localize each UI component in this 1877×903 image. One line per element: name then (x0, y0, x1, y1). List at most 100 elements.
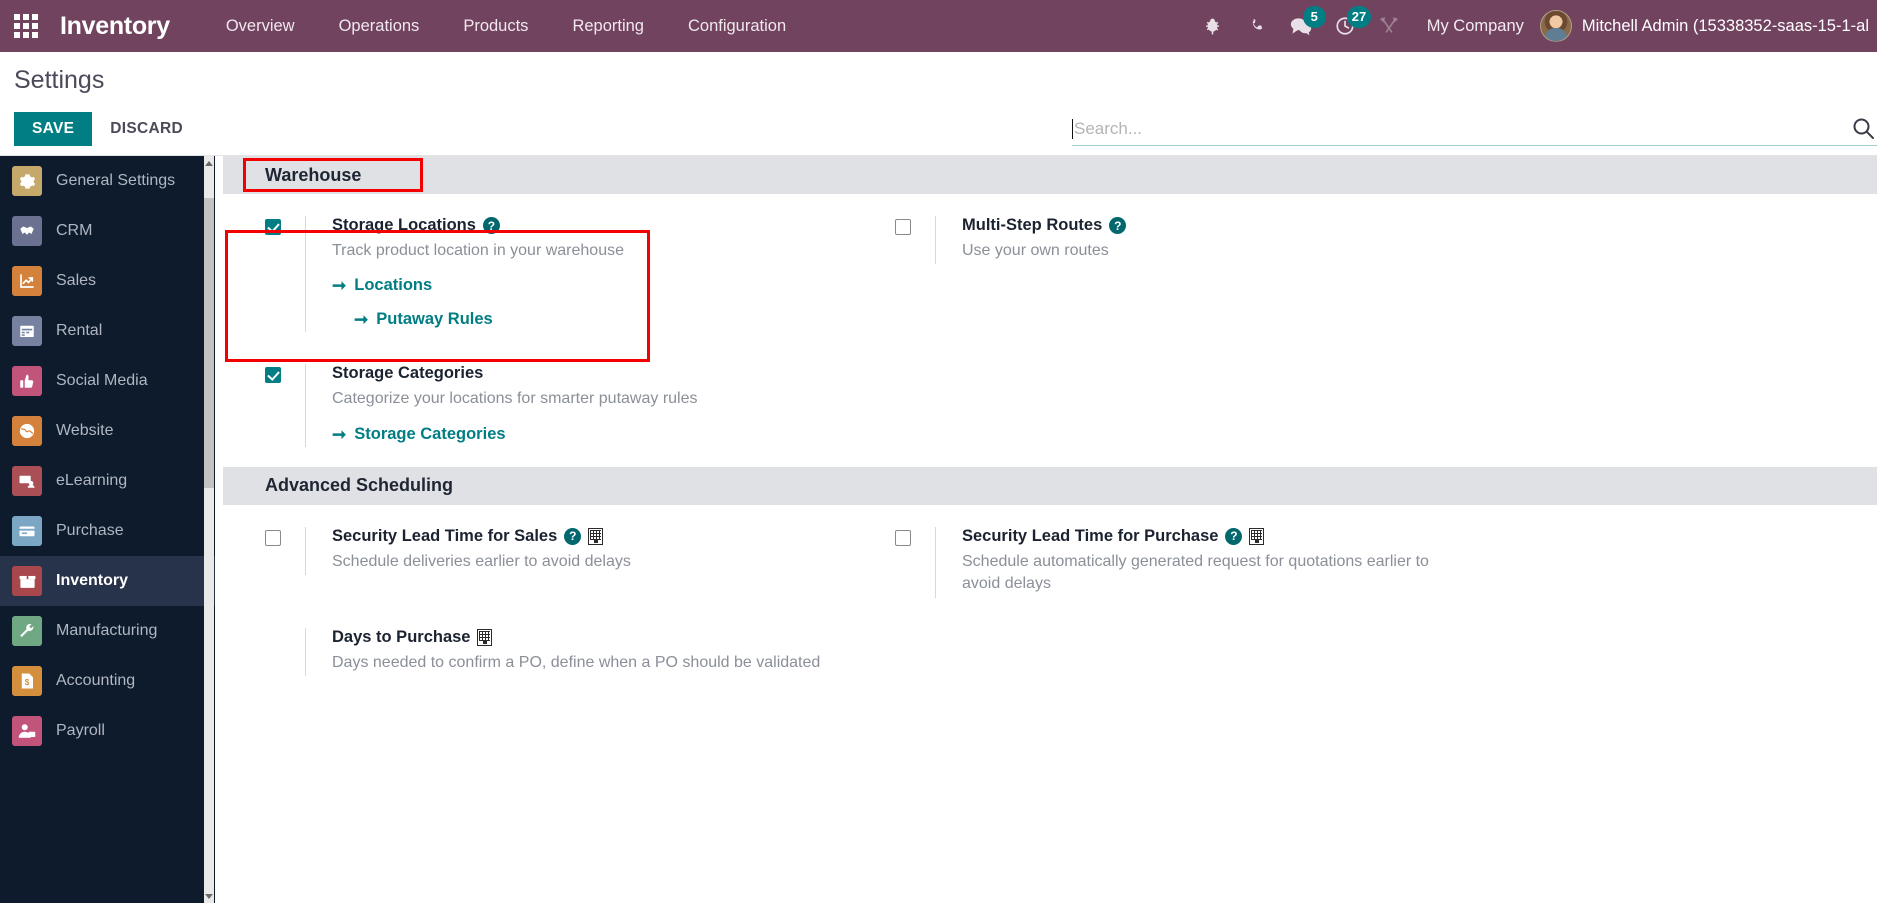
credit-card-icon (12, 516, 42, 546)
avatar (1539, 10, 1572, 42)
setting-security-lead-time-sales: Security Lead Time for Sales ? Schedule … (265, 526, 895, 581)
checkbox-wrap (895, 216, 935, 240)
setting-description: Use your own routes (962, 242, 1109, 259)
discard-button[interactable]: DISCARD (96, 112, 197, 146)
advanced-row-2-empty (895, 628, 1525, 682)
question-mark-icon[interactable]: ? (482, 217, 500, 234)
setting-label: Security Lead Time for Sales (332, 526, 558, 545)
sidebar-item-crm[interactable]: CRM (0, 206, 215, 256)
advanced-row-1: Security Lead Time for Sales ? Schedule … (265, 526, 1877, 604)
checkbox-wrap (265, 216, 305, 240)
setting-body: Storage Categories Categorize your locat… (305, 364, 895, 447)
setting-body: Security Lead Time for Sales ? Schedule … (305, 526, 895, 576)
menu-operations[interactable]: Operations (317, 0, 442, 52)
link-label: Storage Categories (354, 424, 506, 443)
setting-storage-locations: Storage Locations ? Track product locati… (265, 216, 895, 338)
apps-grid-icon[interactable] (0, 0, 52, 52)
company-building-icon[interactable] (477, 628, 493, 646)
company-building-icon[interactable] (588, 527, 604, 545)
scrollbar-thumb[interactable] (204, 198, 214, 488)
sidebar-item-sales[interactable]: Sales (0, 256, 215, 306)
storage-locations-checkbox[interactable] (265, 219, 281, 235)
company-selector[interactable]: My Company (1411, 17, 1540, 36)
setting-title-row: Security Lead Time for Purchase ? (962, 527, 1525, 546)
link-locations[interactable]: ➞ Locations (332, 276, 432, 295)
payroll-icon (12, 716, 42, 746)
search-icon[interactable] (1851, 116, 1875, 145)
sidebar-label: Payroll (56, 722, 105, 739)
setting-body: Security Lead Time for Purchase ? Schedu… (935, 526, 1525, 598)
settings-content: Warehouse Storage Locations ? Track prod… (215, 156, 1877, 903)
warehouse-settings-block: Storage Locations ? Track product locati… (223, 194, 1877, 467)
sidebar-item-payroll[interactable]: Payroll (0, 706, 215, 756)
setting-security-lead-time-purchase: Security Lead Time for Purchase ? Schedu… (895, 526, 1525, 604)
days-to-purchase-column: Days to Purchase Days needed to confirm … (265, 627, 895, 682)
security-lead-sales-column: Security Lead Time for Sales ? Schedule … (265, 526, 895, 604)
setting-title-row: Days to Purchase (332, 628, 895, 647)
question-mark-icon[interactable]: ? (564, 527, 582, 545)
page-title: Settings (14, 66, 105, 94)
sidebar-item-elearning[interactable]: eLearning (0, 456, 215, 506)
sidebar-item-social-media[interactable]: Social Media (0, 356, 215, 406)
security-lead-sales-checkbox[interactable] (265, 529, 281, 546)
sidebar-item-rental[interactable]: Rental (0, 306, 215, 356)
scroll-up-arrow-icon[interactable] (204, 156, 214, 170)
link-storage-categories[interactable]: ➞ Storage Categories (332, 425, 506, 444)
page-body: General Settings CRM Sales Rental Social… (0, 156, 1877, 903)
sidebar-scrollbar[interactable] (204, 156, 214, 903)
invoice-icon: $ (12, 666, 42, 696)
multi-step-routes-checkbox[interactable] (895, 219, 911, 235)
sidebar-label: Website (56, 422, 114, 439)
save-button[interactable]: SAVE (14, 112, 93, 146)
globe-icon (12, 416, 42, 446)
storage-categories-column: Storage Categories Categorize your locat… (265, 364, 895, 452)
setting-label: Storage Categories (332, 364, 484, 383)
security-lead-purchase-checkbox[interactable] (895, 529, 911, 546)
sidebar-label: eLearning (56, 472, 128, 489)
sidebar-item-website[interactable]: Website (0, 406, 215, 456)
scroll-down-arrow-icon[interactable] (204, 889, 214, 903)
phone-icon[interactable] (1235, 0, 1279, 52)
sidebar-label: Inventory (56, 572, 129, 589)
menu-configuration[interactable]: Configuration (666, 0, 808, 52)
section-title: Warehouse (265, 164, 362, 185)
setting-title-row: Multi-Step Routes ? (962, 216, 1525, 235)
setting-description: Categorize your locations for smarter pu… (332, 390, 698, 408)
checkbox-wrap (895, 527, 935, 551)
activities-clock-icon[interactable]: 27 (1323, 0, 1372, 52)
storage-categories-checkbox[interactable] (265, 367, 281, 384)
setting-days-to-purchase: Days to Purchase Days needed to confirm … (265, 627, 895, 682)
sidebar-item-inventory[interactable]: Inventory (0, 556, 215, 606)
app-brand-inventory[interactable]: Inventory (60, 12, 170, 41)
question-mark-icon[interactable]: ? (1225, 527, 1243, 545)
setting-body: Multi-Step Routes ? Use your own routes (935, 216, 1525, 265)
security-lead-purchase-column: Security Lead Time for Purchase ? Schedu… (895, 526, 1525, 604)
sidebar-item-purchase[interactable]: Purchase (0, 506, 215, 556)
sidebar-item-manufacturing[interactable]: Manufacturing (0, 606, 215, 656)
setting-description: Days needed to confirm a PO, define when… (332, 653, 821, 671)
sidebar-label: General Settings (56, 172, 176, 189)
user-name-label: Mitchell Admin (15338352-saas-15-1-al (1581, 16, 1869, 35)
menu-products[interactable]: Products (441, 0, 550, 52)
user-menu[interactable]: Mitchell Admin (15338352-saas-15-1-al (1539, 10, 1877, 42)
thumbs-up-icon (12, 366, 42, 396)
handshake-icon (12, 216, 42, 246)
tools-icon[interactable] (1367, 0, 1411, 52)
search-input[interactable] (1074, 113, 1877, 144)
messages-icon[interactable]: 5 (1279, 0, 1326, 52)
sidebar-label: CRM (56, 222, 93, 239)
setting-title-row: Security Lead Time for Sales ? (332, 527, 895, 546)
menu-reporting[interactable]: Reporting (550, 0, 666, 52)
warehouse-row-2: Storage Categories Categorize your locat… (265, 364, 1877, 452)
setting-label: Days to Purchase (332, 627, 471, 646)
question-mark-icon[interactable]: ? (1109, 217, 1127, 234)
sidebar-label: Social Media (56, 372, 148, 389)
sidebar-label: Purchase (56, 522, 124, 539)
bug-icon[interactable] (1191, 0, 1235, 52)
link-putaway-rules[interactable]: ➞ Putaway Rules (354, 310, 493, 329)
sidebar-item-general-settings[interactable]: General Settings (0, 156, 215, 206)
link-label: Locations (354, 276, 433, 295)
sidebar-item-accounting[interactable]: $ Accounting (0, 656, 215, 706)
menu-overview[interactable]: Overview (204, 0, 317, 52)
company-building-icon[interactable] (1249, 527, 1265, 545)
